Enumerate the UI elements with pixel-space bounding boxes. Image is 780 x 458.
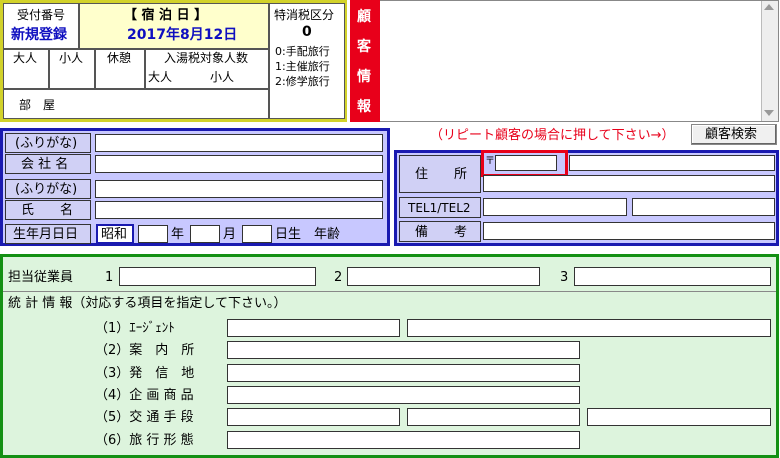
origin-input[interactable] bbox=[227, 364, 580, 382]
address-form-panel: 住 所 〒 TEL1/TEL2 備 考 bbox=[394, 150, 779, 246]
plan-input[interactable] bbox=[227, 386, 580, 404]
staff-stats-panel: 担当従業員 1 2 3 統 計 情 報（対応する項目を指定して下さい。） （1）… bbox=[0, 254, 779, 458]
name-input[interactable] bbox=[95, 201, 383, 219]
staff-input-1[interactable] bbox=[119, 267, 316, 286]
address2-input[interactable] bbox=[483, 175, 775, 192]
travel-type-input[interactable] bbox=[227, 431, 580, 449]
stats-item-1: （1）ｴｰｼﾞｪﾝﾄ bbox=[95, 321, 175, 336]
address-label: 住 所 bbox=[415, 167, 468, 182]
guest-char-0: 顧 bbox=[357, 9, 371, 25]
notes-label: 備 考 bbox=[415, 225, 468, 240]
transport-input-3[interactable] bbox=[587, 408, 771, 426]
guest-info-textarea[interactable] bbox=[350, 0, 779, 122]
tel-label: TEL1/TEL2 bbox=[408, 201, 471, 215]
staff-slot-1: 1 bbox=[105, 270, 114, 285]
name-label: 氏 名 bbox=[21, 203, 74, 218]
stay-date-value: 2017年8月12日 bbox=[127, 27, 238, 43]
furigana2-label: (ふりがな) bbox=[15, 182, 78, 197]
customer-form-panel: (ふりがな) 会 社 名 (ふりがな) 氏 名 生年月日日 昭和 年 月 日生 … bbox=[0, 128, 390, 246]
notes-input[interactable] bbox=[483, 222, 775, 240]
birth-day-input[interactable] bbox=[242, 225, 272, 243]
bath-adult-label: 大人 bbox=[148, 70, 173, 84]
agent-input-name[interactable] bbox=[407, 319, 771, 337]
guest-char-3: 報 bbox=[357, 99, 371, 115]
room-label: 部 屋 bbox=[19, 98, 56, 112]
scroll-up-icon[interactable] bbox=[764, 4, 774, 10]
company-label: 会 社 名 bbox=[21, 157, 69, 172]
birth-year-input[interactable] bbox=[138, 225, 168, 243]
rest-label: 休憩 bbox=[107, 51, 132, 65]
customer-search-label: 顧客検索 bbox=[705, 127, 758, 142]
transport-input-1[interactable] bbox=[227, 408, 400, 426]
stats-heading: 統 計 情 報（対応する項目を指定して下さい。） bbox=[8, 296, 287, 311]
guest-char-2: 情 bbox=[357, 69, 371, 85]
postal-highlight bbox=[481, 150, 568, 177]
tel1-input[interactable] bbox=[483, 198, 627, 216]
company-furigana-input[interactable] bbox=[95, 134, 383, 152]
stats-item-5: （5）交 通 手 段 bbox=[95, 410, 194, 425]
tel2-input[interactable] bbox=[632, 198, 775, 216]
guide-input[interactable] bbox=[227, 341, 580, 359]
scroll-down-icon[interactable] bbox=[764, 110, 774, 116]
day-age-label: 日生 年齢 bbox=[275, 227, 341, 242]
staff-label: 担当従業員 bbox=[8, 270, 74, 285]
tax-label: 特消税区分 bbox=[274, 8, 335, 22]
stay-date-label: 【 宿 泊 日 】 bbox=[124, 8, 208, 23]
stats-item-2: （2）案 内 所 bbox=[95, 343, 195, 358]
stats-item-6: （6）旅 行 形 態 bbox=[95, 433, 194, 448]
reservation-panel: 受付番号 新規登録 【 宿 泊 日 】 2017年8月12日 特消税区分 0 0… bbox=[0, 0, 347, 122]
adult-label: 大人 bbox=[13, 51, 38, 65]
receipt-value: 新規登録 bbox=[11, 27, 67, 43]
guest-char-1: 客 bbox=[357, 39, 371, 55]
tax-option-0: 0:手配旅行 bbox=[275, 45, 330, 58]
address1-input[interactable] bbox=[569, 155, 775, 171]
transport-input-2[interactable] bbox=[407, 408, 580, 426]
bath-child-label: 小人 bbox=[210, 70, 235, 84]
name-furigana-input[interactable] bbox=[95, 180, 383, 198]
stats-item-4: （4）企 画 商 品 bbox=[95, 388, 194, 403]
repeat-note: （リピート顧客の場合に押して下さい→） bbox=[430, 128, 675, 143]
bath-tax-label: 入湯税対象人数 bbox=[164, 51, 249, 65]
staff-slot-3: 3 bbox=[560, 270, 569, 285]
staff-input-3[interactable] bbox=[574, 267, 771, 286]
stats-item-3: （3）発 信 地 bbox=[95, 366, 195, 381]
birth-month-input[interactable] bbox=[190, 225, 220, 243]
company-input[interactable] bbox=[95, 155, 383, 173]
staff-slot-2: 2 bbox=[334, 270, 343, 285]
tax-value[interactable]: 0 bbox=[302, 25, 312, 39]
staff-input-2[interactable] bbox=[347, 267, 540, 286]
month-label: 月 bbox=[223, 227, 237, 242]
birthday-label: 生年月日日 bbox=[13, 227, 79, 242]
era-value: 昭和 bbox=[101, 227, 128, 242]
divider bbox=[3, 291, 776, 292]
receipt-label: 受付番号 bbox=[17, 8, 66, 22]
tax-option-1: 1:主催旅行 bbox=[275, 60, 330, 73]
guest-scrollbar[interactable] bbox=[761, 1, 778, 121]
tax-option-2: 2:修学旅行 bbox=[275, 75, 330, 88]
child-label: 小人 bbox=[59, 51, 84, 65]
year-label: 年 bbox=[171, 227, 185, 242]
furigana1-label: (ふりがな) bbox=[15, 136, 78, 151]
agent-input-code[interactable] bbox=[227, 319, 400, 337]
